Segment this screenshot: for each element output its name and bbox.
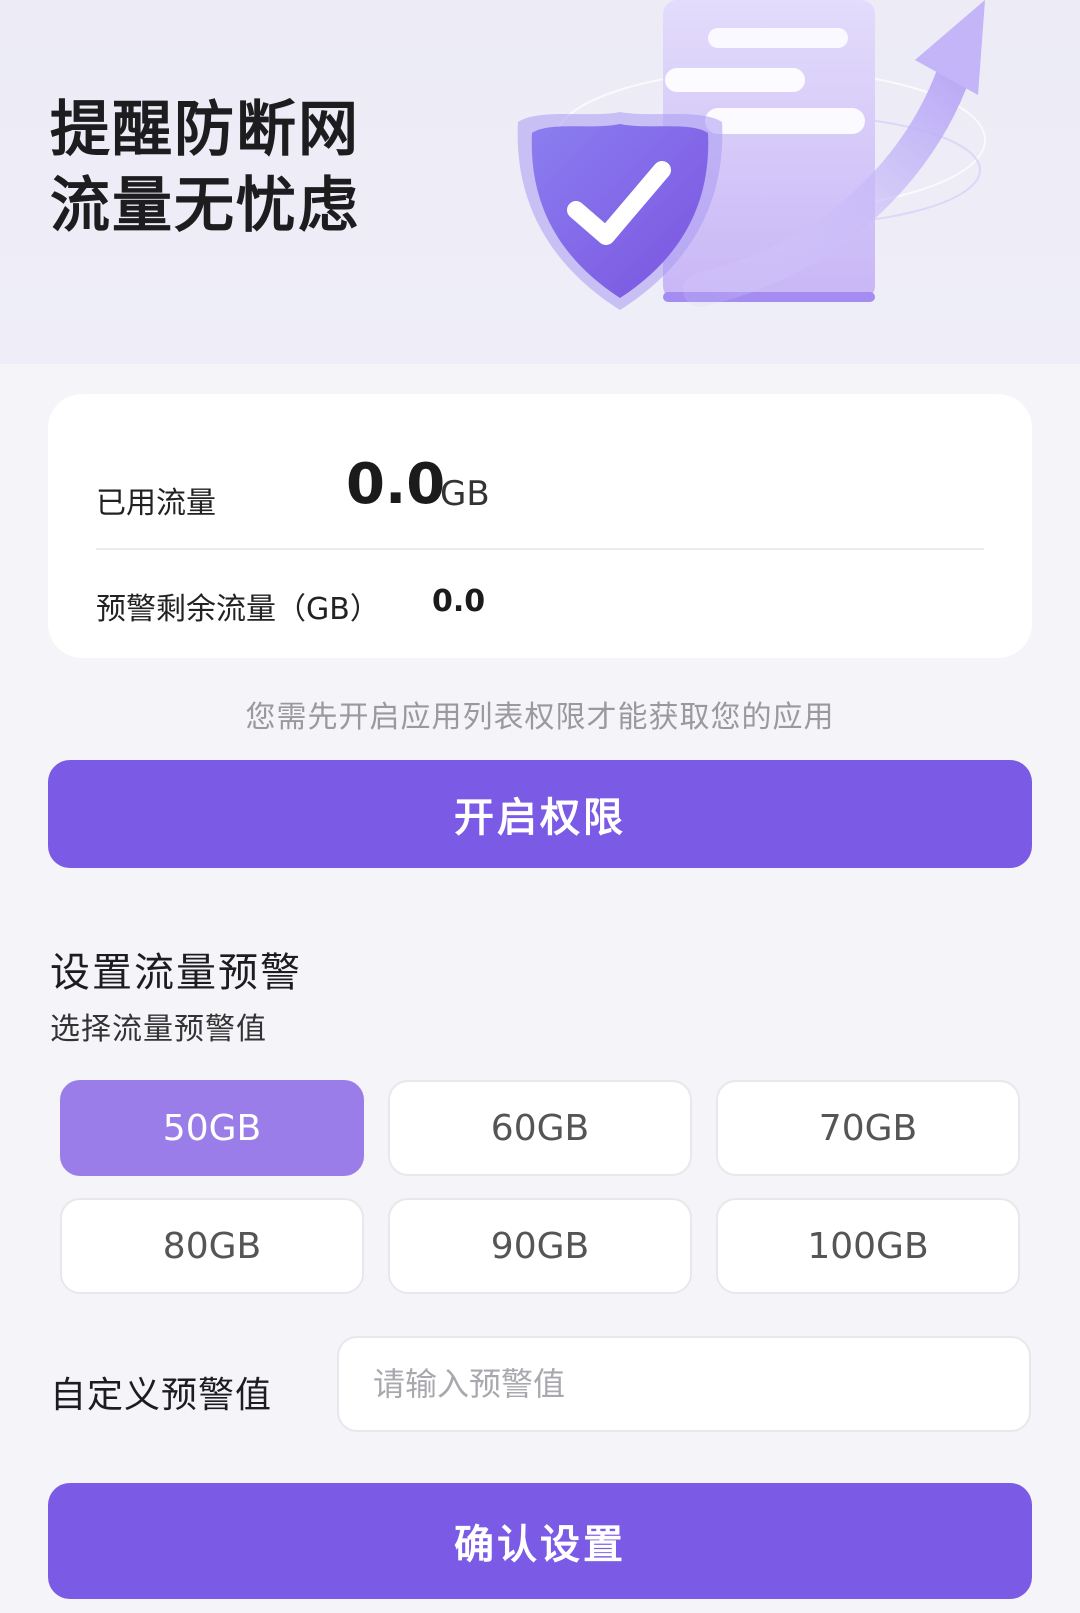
warning-option-70gb[interactable]: 70GB (716, 1080, 1020, 1176)
used-traffic-label: 已用流量 (96, 486, 216, 521)
permission-hint: 您需先开启应用列表权限才能获取您的应用 (245, 700, 835, 735)
card-divider (96, 548, 984, 550)
custom-warning-label: 自定义预警值 (50, 1375, 273, 1416)
warning-option-100gb[interactable]: 100GB (716, 1198, 1020, 1294)
warning-section-title: 设置流量预警 (50, 950, 302, 996)
warning-option-50gb[interactable]: 50GB (60, 1080, 364, 1176)
warning-option-80gb[interactable]: 80GB (60, 1198, 364, 1294)
enable-permission-button[interactable]: 开启权限 (48, 760, 1032, 868)
remaining-traffic-value: 0.0 (432, 584, 486, 619)
warning-option-60gb[interactable]: 60GB (388, 1080, 692, 1176)
custom-warning-input[interactable] (337, 1336, 1031, 1432)
warning-option-90gb[interactable]: 90GB (388, 1198, 692, 1294)
remaining-traffic-label: 预警剩余流量（GB） (96, 592, 380, 627)
confirm-settings-button[interactable]: 确认设置 (48, 1483, 1032, 1599)
hero-banner: 提醒防断网 流量无忧虑 (0, 0, 1080, 364)
used-traffic-unit: GB (440, 474, 490, 514)
shield-document-illustration (517, 0, 986, 310)
used-traffic-value: 0.0 (346, 452, 446, 517)
hero-title-line2: 流量无忧虑 (50, 171, 360, 241)
hero-title-line1: 提醒防断网 (50, 95, 360, 165)
hero-title: 提醒防断网 流量无忧虑 (50, 92, 360, 244)
usage-card: 已用流量 0.0 GB 预警剩余流量（GB） 0.0 (48, 394, 1032, 658)
warning-section-subtitle: 选择流量预警值 (50, 1012, 267, 1047)
